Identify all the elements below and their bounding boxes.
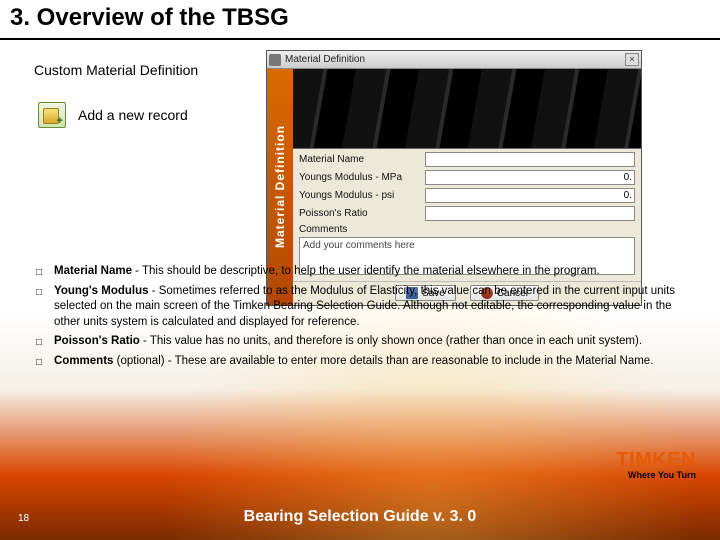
brand-logo: TIMKEN Where You Turn — [616, 449, 696, 480]
list-item: Young's Modulus - Sometimes referred to … — [36, 284, 680, 331]
list-item: Comments (optional) - These are availabl… — [36, 354, 680, 370]
ym-psi-label: Youngs Modulus - psi — [299, 190, 419, 201]
close-icon[interactable]: × — [625, 53, 639, 66]
bullet-icon — [36, 264, 48, 280]
bullet-icon — [36, 284, 48, 331]
bullet-text: Comments (optional) - These are availabl… — [54, 354, 653, 370]
bullet-text: Poisson's Ratio - This value has no unit… — [54, 334, 642, 350]
dialog-titlebar: Material Definition × — [267, 51, 641, 69]
bullet-list: Material Name - This should be descripti… — [36, 264, 680, 373]
slide: 3. Overview of the TBSG Custom Material … — [0, 0, 720, 540]
brand-name: TIMKEN — [616, 449, 696, 472]
dialog-sidebar-label: Material Definition — [273, 125, 287, 248]
material-name-label: Material Name — [299, 154, 419, 165]
add-record-label: Add a new record — [78, 107, 188, 123]
add-record-icon[interactable] — [38, 102, 66, 128]
subtitle: Custom Material Definition — [34, 62, 198, 78]
ym-mpa-input[interactable] — [425, 170, 635, 185]
bullet-text: Young's Modulus - Sometimes referred to … — [54, 284, 680, 331]
footer-title: Bearing Selection Guide v. 3. 0 — [0, 508, 720, 526]
bullet-icon — [36, 354, 48, 370]
list-item: Poisson's Ratio - This value has no unit… — [36, 334, 680, 350]
brand-tagline: Where You Turn — [616, 470, 696, 480]
slide-title: 3. Overview of the TBSG — [10, 4, 710, 32]
ym-psi-input[interactable] — [425, 188, 635, 203]
list-item: Material Name - This should be descripti… — [36, 264, 680, 280]
dialog-hero-image — [293, 69, 641, 149]
dialog-title-text: Material Definition — [285, 54, 621, 65]
bullet-icon — [36, 334, 48, 350]
bullet-text: Material Name - This should be descripti… — [54, 264, 600, 280]
add-record-row: Add a new record — [38, 102, 188, 128]
poisson-input[interactable] — [425, 206, 635, 221]
comments-label: Comments — [299, 224, 635, 235]
dialog-app-icon — [269, 54, 281, 66]
poisson-label: Poisson's Ratio — [299, 208, 419, 219]
slide-header: 3. Overview of the TBSG — [0, 0, 720, 40]
dialog-form: Material Name Youngs Modulus - MPa Young… — [293, 149, 641, 275]
material-name-input[interactable] — [425, 152, 635, 167]
ym-mpa-label: Youngs Modulus - MPa — [299, 172, 419, 183]
